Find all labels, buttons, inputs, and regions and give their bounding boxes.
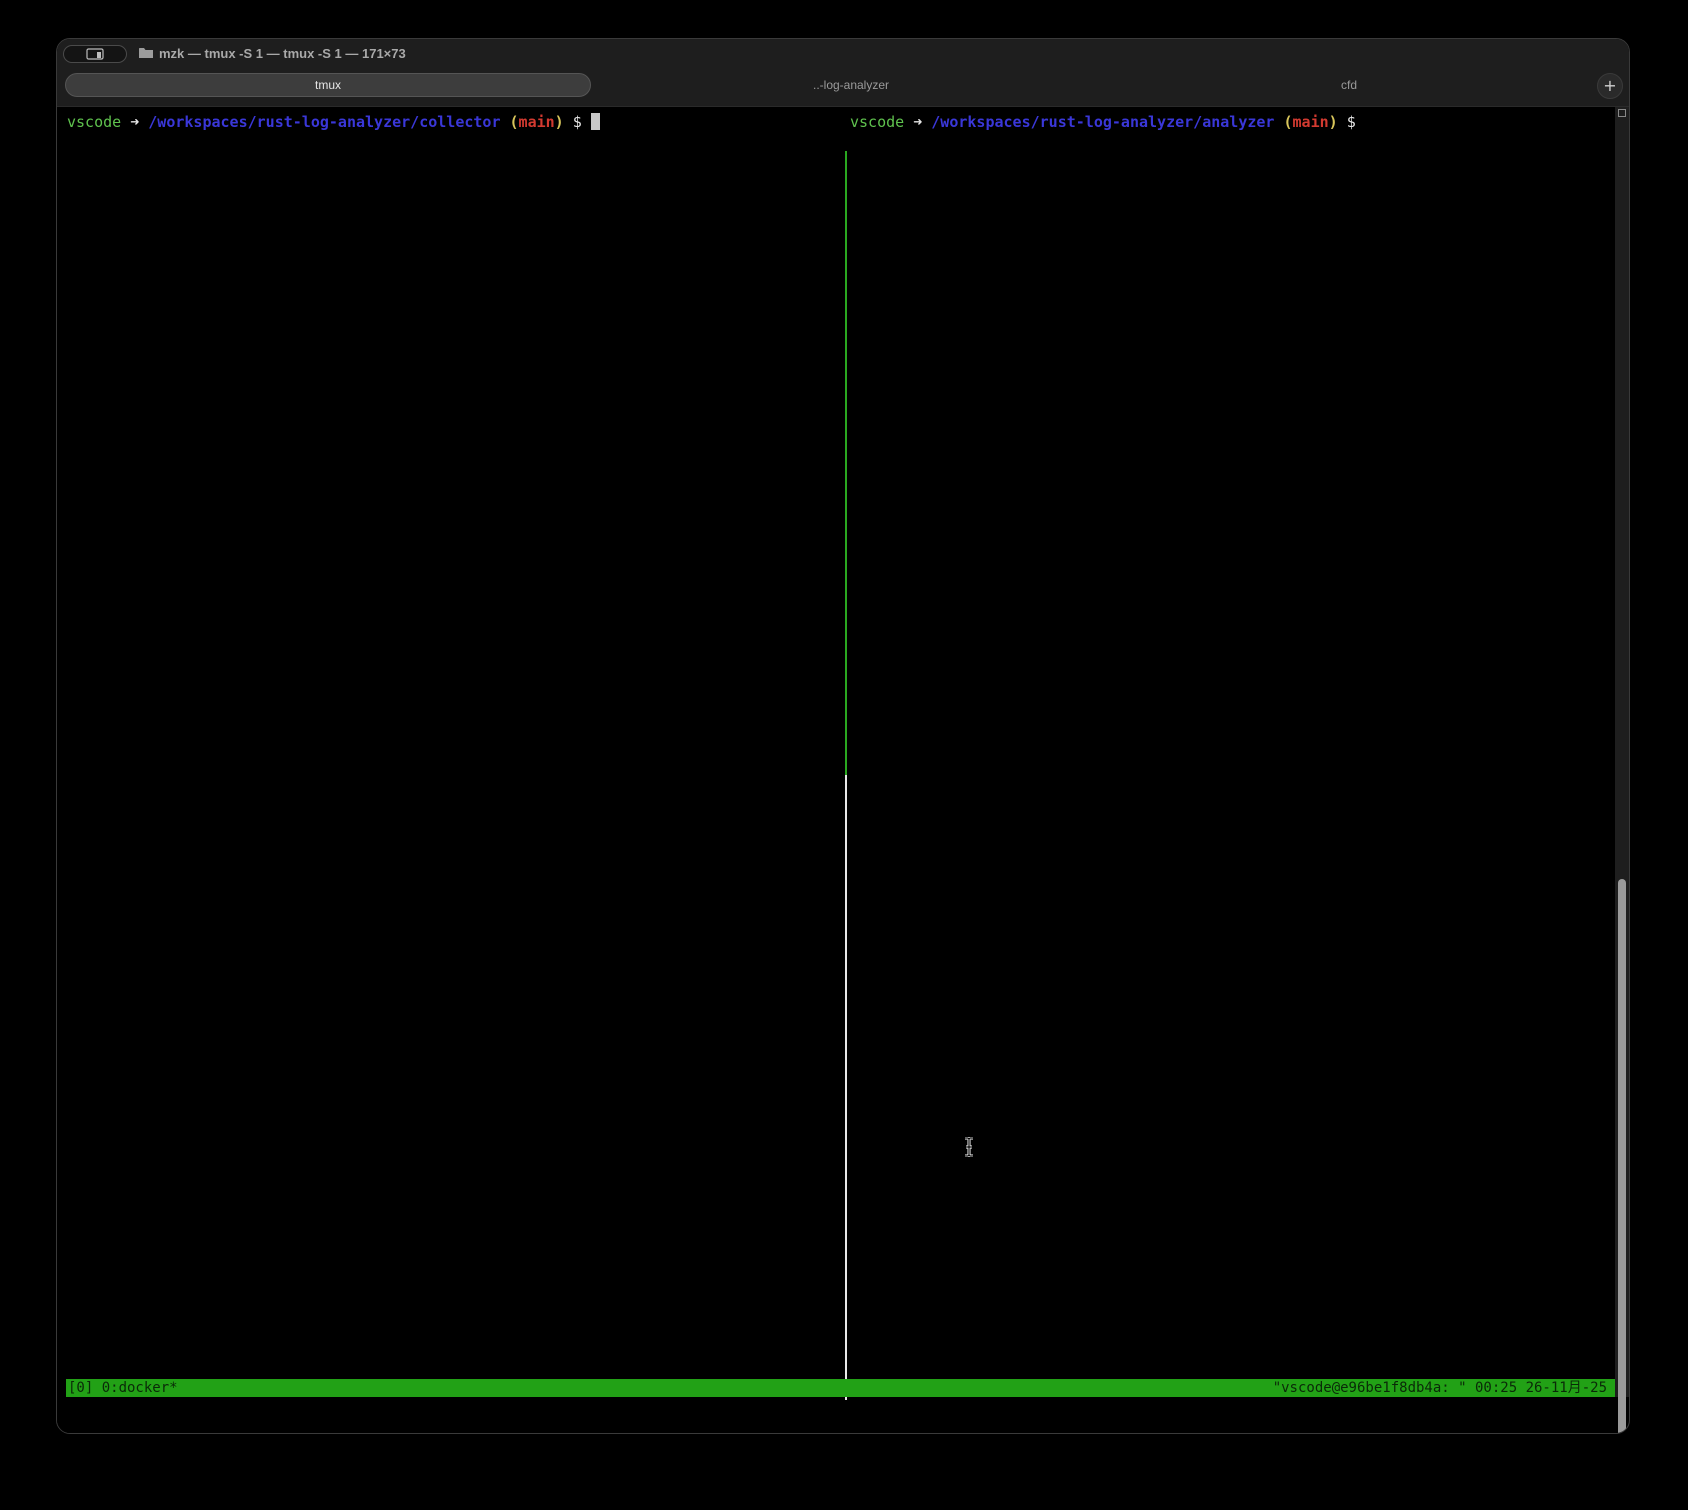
title-bar: mzk — tmux -S 1 — tmux -S 1 — 171×73	[57, 39, 1629, 69]
prompt-paren-open: (	[509, 113, 519, 131]
scrollbar-thumb[interactable]	[1618, 879, 1626, 1433]
prompt-path: /workspaces/rust-log-analyzer/collector	[148, 113, 501, 131]
prompt-user: vscode	[850, 113, 905, 131]
prompt-user: vscode	[67, 113, 122, 131]
prompt-paren-close: )	[554, 113, 564, 131]
pane-divider-active[interactable]	[845, 151, 847, 775]
terminal-window: mzk — tmux -S 1 — tmux -S 1 — 171×73 tmu…	[56, 38, 1630, 1434]
prompt-arrow: ➜	[130, 113, 140, 131]
prompt-branch: main	[518, 113, 555, 131]
prompt-symbol: $	[572, 113, 582, 131]
folder-icon	[139, 48, 153, 58]
plus-icon: +	[1603, 76, 1617, 95]
status-host-time: "vscode@e96be1f8db4a: " 00:25 26-11月-25	[1272, 1380, 1607, 1396]
new-tab-button[interactable]: +	[1597, 73, 1623, 99]
prompt-path: /workspaces/rust-log-analyzer/analyzer	[931, 113, 1275, 131]
prompt-branch: main	[1292, 113, 1329, 131]
prompt-symbol: $	[1346, 113, 1356, 131]
ibeam-cursor-icon	[965, 1137, 973, 1157]
pane-divider[interactable]	[845, 775, 847, 1400]
tab-cfd[interactable]: cfd	[1111, 73, 1587, 97]
tmux-pane-right[interactable]: vscode ➜ /workspaces/rust-log-analyzer/a…	[850, 113, 1356, 131]
prompt-paren-close: )	[1328, 113, 1338, 131]
sidebar-toggle-button[interactable]	[63, 45, 127, 63]
prompt-paren-open: (	[1283, 113, 1293, 131]
tmux-pane-left[interactable]: vscode ➜ /workspaces/rust-log-analyzer/c…	[67, 113, 600, 131]
window-title: mzk — tmux -S 1 — tmux -S 1 — 171×73	[159, 46, 406, 61]
status-session-window: [0] 0:docker*	[68, 1380, 178, 1396]
scroll-top-button[interactable]	[1618, 109, 1626, 117]
tab-tmux[interactable]: tmux	[65, 73, 591, 97]
prompt-arrow: ➜	[913, 113, 923, 131]
tab-bar: tmux ..-log-analyzer cfd +	[57, 69, 1629, 107]
terminal-content[interactable]: vscode ➜ /workspaces/rust-log-analyzer/c…	[57, 107, 1617, 1433]
tab-log-analyzer[interactable]: ..-log-analyzer	[591, 73, 1111, 97]
tmux-status-bar: [0] 0:docker* "vscode@e96be1f8db4a: " 00…	[66, 1379, 1617, 1397]
text-cursor	[590, 113, 600, 130]
sidebar-toggle-icon	[86, 48, 104, 60]
